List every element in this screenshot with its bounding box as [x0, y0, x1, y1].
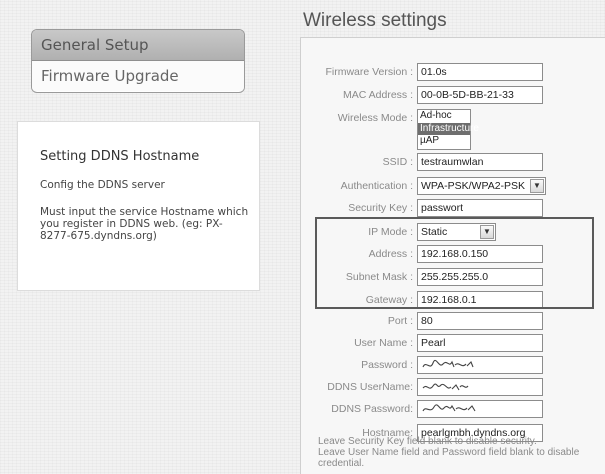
security-key-row: Security Key : passwort — [301, 199, 605, 219]
firmware-version-label: Firmware Version : — [325, 66, 413, 78]
ddns-password-label: DDNS Password: — [331, 403, 413, 415]
authentication-select[interactable]: WPA-PSK/WPA2-PSK ▼ — [417, 177, 546, 195]
firmware-version-row: Firmware Version : 01.0s — [301, 63, 605, 83]
ssid-field[interactable]: testraumwlan — [417, 153, 543, 171]
ddns-username-row: DDNS UserName: — [301, 378, 605, 398]
chevron-down-icon[interactable]: ▼ — [530, 179, 544, 193]
wireless-mode-row: Wireless Mode : Ad-hoc Infrastructure µA… — [301, 109, 605, 151]
firmware-version-field[interactable]: 01.0s — [417, 63, 543, 81]
ddns-username-label: DDNS UserName: — [327, 381, 413, 393]
wireless-mode-option-adhoc[interactable]: Ad-hoc — [418, 110, 470, 123]
note-credential: Leave User Name field and Password field… — [318, 447, 580, 469]
ddns-password-field[interactable] — [417, 400, 543, 418]
note-security: Leave Security Key field blank to disabl… — [318, 436, 537, 447]
obscured-text-scribble — [422, 359, 474, 368]
authentication-value: WPA-PSK/WPA2-PSK — [421, 180, 526, 192]
port-label: Port : — [387, 315, 413, 327]
menu-item-firmware-upgrade[interactable]: Firmware Upgrade — [32, 61, 244, 91]
security-key-field[interactable]: passwort — [417, 199, 543, 217]
side-menu: General Setup Firmware Upgrade — [31, 29, 245, 93]
wireless-mode-option-uap[interactable]: µAP — [418, 135, 470, 148]
help-subtitle: Config the DDNS server — [40, 179, 165, 191]
user-name-label: User Name : — [354, 337, 413, 349]
password-label: Password : — [361, 359, 413, 371]
help-title: Setting DDNS Hostname — [40, 149, 200, 164]
ddns-password-row: DDNS Password: — [301, 400, 605, 420]
port-field[interactable]: 80 — [417, 312, 543, 330]
ssid-row: SSID : testraumwlan — [301, 153, 605, 173]
menu-item-general-setup[interactable]: General Setup — [32, 30, 244, 61]
mac-address-row: MAC Address : 00-0B-5D-BB-21-33 — [301, 86, 605, 106]
obscured-text-scribble — [422, 404, 476, 412]
password-row: Password : — [301, 356, 605, 376]
authentication-row: Authentication : WPA-PSK/WPA2-PSK ▼ — [301, 177, 605, 197]
mac-address-label: MAC Address : — [342, 89, 413, 101]
ip-settings-highlight — [315, 217, 594, 309]
authentication-label: Authentication : — [340, 180, 413, 192]
help-body: Must input the service Hostname which yo… — [40, 206, 249, 242]
obscured-text-scribble — [422, 383, 469, 391]
help-panel: Setting DDNS Hostname Config the DDNS se… — [17, 121, 260, 291]
wireless-mode-label: Wireless Mode : — [337, 112, 413, 124]
notes: Leave Security Key field blank to disabl… — [318, 436, 603, 469]
page-title: Wireless settings — [303, 10, 447, 31]
wireless-mode-option-infrastructure[interactable]: Infrastructure — [418, 122, 479, 135]
password-field[interactable] — [417, 356, 543, 374]
port-row: Port : 80 — [301, 312, 605, 332]
ssid-label: SSID : — [382, 156, 413, 168]
user-name-field[interactable]: Pearl — [417, 334, 543, 352]
user-name-row: User Name : Pearl — [301, 334, 605, 354]
mac-address-field[interactable]: 00-0B-5D-BB-21-33 — [417, 86, 543, 104]
wireless-mode-listbox[interactable]: Ad-hoc Infrastructure µAP — [417, 109, 479, 150]
security-key-label: Security Key : — [348, 202, 413, 214]
ddns-username-field[interactable] — [417, 378, 543, 396]
